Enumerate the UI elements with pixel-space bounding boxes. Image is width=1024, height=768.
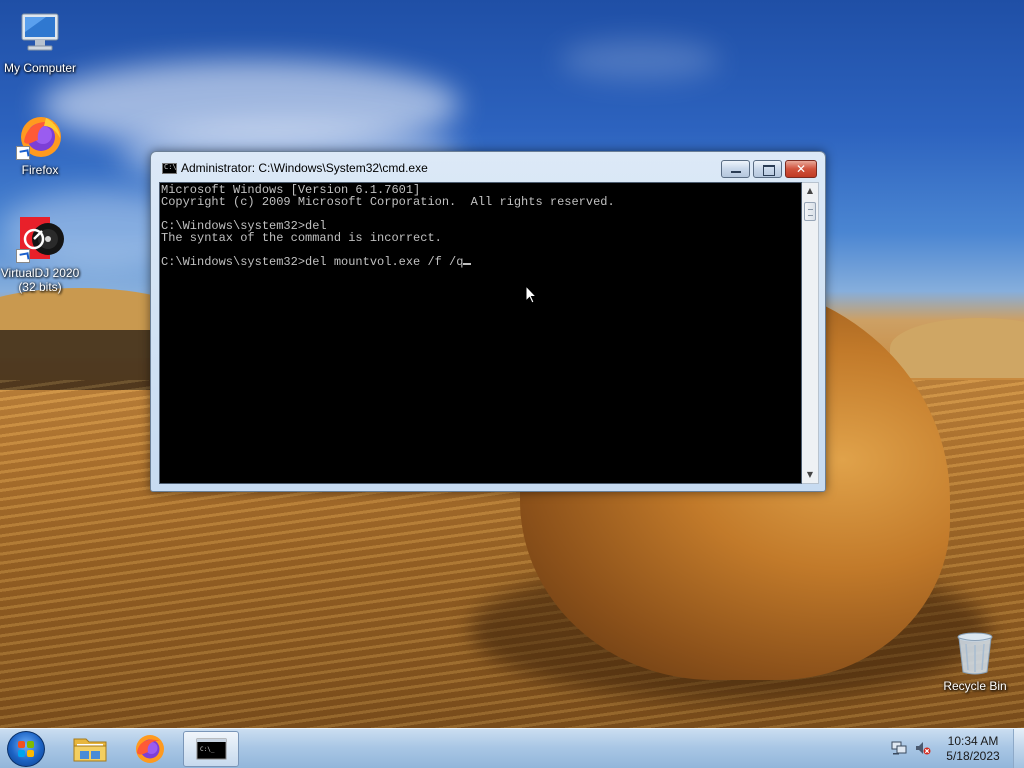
desktop-icon-label: VirtualDJ 2020 (32 bits) [0,266,80,294]
desktop-icon-recycle-bin[interactable]: Recycle Bin [935,630,1015,693]
maximize-button[interactable] [753,160,782,178]
shortcut-arrow-icon [16,146,30,160]
taskbar-item-explorer[interactable] [62,731,118,767]
desktop-icon-label: Firefox [21,163,59,177]
scroll-thumb[interactable] [804,202,816,221]
close-icon: ✕ [795,162,807,176]
folder-icon [73,738,107,762]
text-caret [463,263,472,265]
console-line: The syntax of the command is incorrect. [161,231,442,245]
desktop-icon-label: Recycle Bin [943,679,1007,693]
cmd-window: Administrator: C:\Windows\System32\cmd.e… [150,151,826,492]
system-clock[interactable]: 10:34 AM 5/18/2023 [940,734,1006,764]
firefox-icon [16,112,64,160]
close-button[interactable]: ✕ [785,160,817,178]
minimize-button[interactable] [721,160,750,178]
console-line: Copyright (c) 2009 Microsoft Corporation… [161,195,615,209]
scroll-up-icon[interactable]: ▲ [802,183,818,199]
show-desktop-button[interactable] [1013,729,1024,768]
desktop-icon-virtualdj[interactable]: VirtualDJ 2020 (32 bits) [0,215,80,294]
console-output[interactable]: Microsoft Windows [Version 6.1.7601] Cop… [159,182,802,484]
computer-icon [16,10,64,58]
vertical-scrollbar[interactable]: ▲ ▼ [802,182,819,484]
cmd-icon: C:\_ [196,738,227,760]
firefox-icon [136,735,164,763]
volume-muted-icon[interactable] [915,741,931,755]
console-command: C:\Windows\system32>del mountvol.exe /f … [161,255,464,269]
svg-text:C:\_: C:\_ [200,746,215,753]
window-titlebar[interactable]: Administrator: C:\Windows\System32\cmd.e… [151,152,825,182]
console-input-line[interactable]: C:\Windows\system32>del mountvol.exe /f … [161,255,472,269]
taskbar-item-command-prompt[interactable]: C:\_ [183,731,239,767]
scroll-down-icon[interactable]: ▼ [802,467,818,483]
window-title: Administrator: C:\Windows\System32\cmd.e… [181,161,428,175]
desktop-icon-firefox[interactable]: Firefox [0,112,80,177]
clock-time: 10:34 AM [947,734,999,748]
taskbar: C:\_ 10:34 AM 5/18/2023 [0,728,1024,768]
windows-logo-icon [18,741,35,757]
desktop-icon-my-computer[interactable]: My Computer [0,10,80,75]
start-button[interactable] [7,731,45,767]
network-icon[interactable] [891,741,907,755]
shortcut-arrow-icon [16,249,30,263]
recycle-bin-icon [955,630,995,676]
desktop-icon-label: My Computer [3,61,77,75]
clock-date: 5/18/2023 [946,749,1000,763]
mouse-pointer-icon [525,285,537,304]
taskbar-item-firefox[interactable] [122,731,178,767]
cmd-icon [162,163,177,174]
virtualdj-icon [16,215,64,263]
